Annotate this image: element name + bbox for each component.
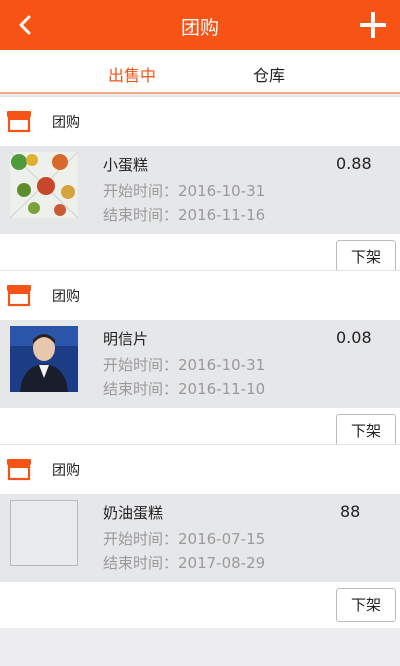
- section-label: 团购: [52, 289, 80, 305]
- end-time: 结束时间：2017-08-29: [103, 554, 266, 572]
- section-label: 团购: [52, 463, 80, 479]
- cake-photo: [10, 152, 78, 218]
- item-name: 小蛋糕: [103, 156, 149, 174]
- delist-button[interactable]: 下架: [336, 414, 396, 448]
- group-section: 团购 小蛋糕 0.88 开始时间：2016-10-31 结束时间：2016-11…: [0, 96, 400, 280]
- section-header: 团购: [0, 96, 400, 146]
- product-thumbnail: [10, 326, 78, 392]
- list-item[interactable]: 奶油蛋糕 88 开始时间：2016-07-15 结束时间：2017-08-29: [0, 494, 400, 582]
- tab-on-sale[interactable]: 出售中: [108, 62, 156, 86]
- product-thumbnail: [10, 152, 78, 218]
- delist-button[interactable]: 下架: [336, 240, 396, 274]
- list-item[interactable]: 明信片 0.08 开始时间：2016-10-31 结束时间：2016-11-10: [0, 320, 400, 408]
- item-name: 奶油蛋糕: [103, 504, 164, 522]
- group-section: 团购 明信片 0.08 开始时间：2016-10-31 结束时间：2016-11…: [0, 270, 400, 454]
- item-name: 明信片: [103, 330, 149, 348]
- tab-bar: 出售中 仓库: [0, 50, 400, 94]
- section-header: 团购: [0, 444, 400, 494]
- start-time: 开始时间：2016-10-31: [103, 356, 266, 374]
- product-thumbnail: [10, 500, 78, 566]
- item-price: 88: [340, 502, 361, 521]
- end-time: 结束时间：2016-11-10: [103, 380, 266, 398]
- plus-icon[interactable]: [358, 10, 388, 40]
- shop-icon: [7, 285, 31, 307]
- action-bar: 下架: [0, 582, 400, 628]
- start-time: 开始时间：2016-07-15: [103, 530, 266, 548]
- delist-button[interactable]: 下架: [336, 588, 396, 622]
- item-price: 0.88: [336, 154, 372, 173]
- page-title: 团购: [180, 17, 219, 39]
- group-section: 团购 奶油蛋糕 88 开始时间：2016-07-15 结束时间：2017-08-…: [0, 444, 400, 628]
- list-item[interactable]: 小蛋糕 0.88 开始时间：2016-10-31 结束时间：2016-11-16: [0, 146, 400, 234]
- section-label: 团购: [52, 115, 80, 131]
- tab-warehouse[interactable]: 仓库: [253, 62, 285, 86]
- person-photo: [10, 326, 78, 392]
- shop-icon: [7, 111, 31, 133]
- section-header: 团购: [0, 270, 400, 320]
- app-header: 团购: [0, 0, 400, 50]
- start-time: 开始时间：2016-10-31: [103, 182, 266, 200]
- end-time: 结束时间：2016-11-16: [103, 206, 266, 224]
- item-price: 0.08: [336, 328, 372, 347]
- shop-icon: [7, 459, 31, 481]
